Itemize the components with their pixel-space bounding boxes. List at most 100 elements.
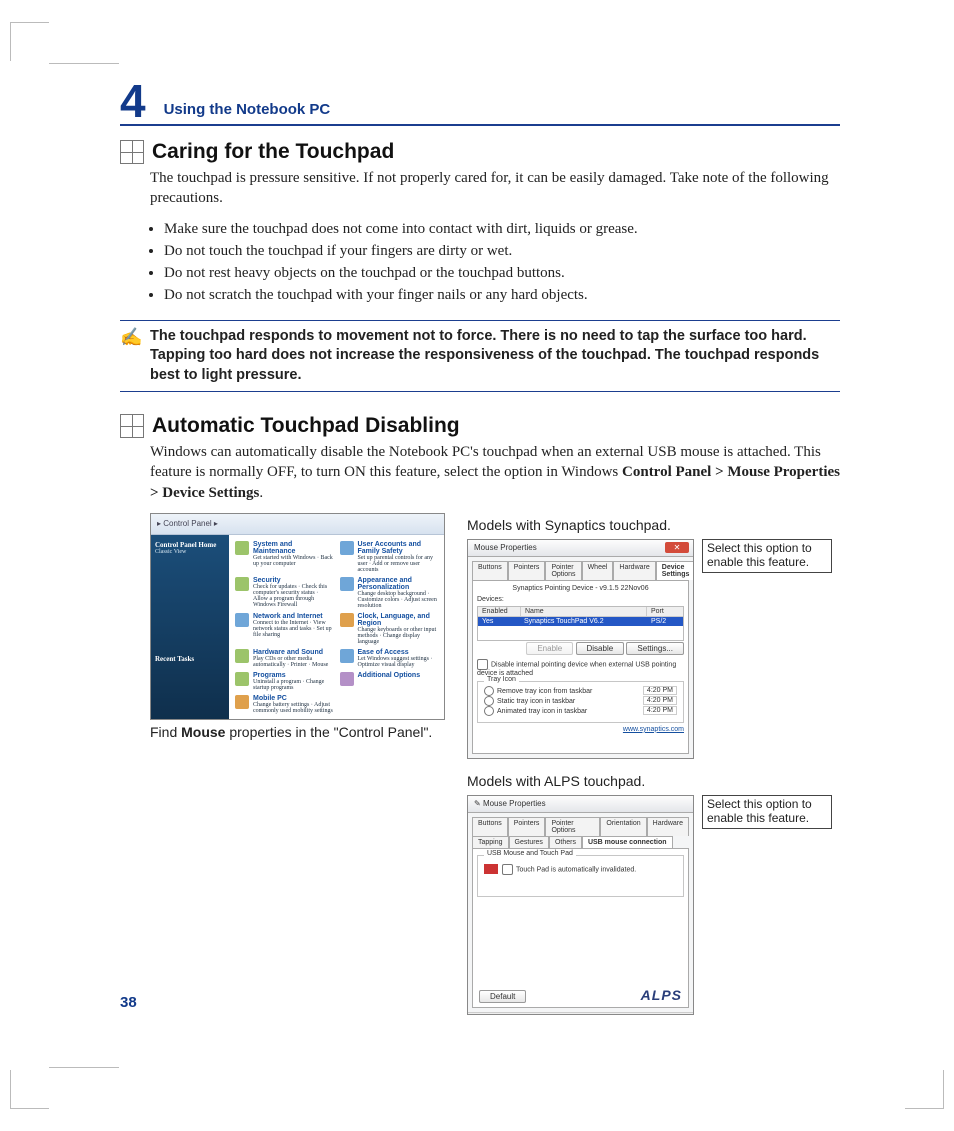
tray-time: 4:20 PM bbox=[643, 686, 677, 695]
cp-breadcrumb: ▸ Control Panel ▸ bbox=[151, 514, 444, 535]
dialog-title: ✎ Mouse Properties bbox=[468, 796, 693, 813]
cp-category[interactable]: Appearance and PersonalizationChange des… bbox=[340, 577, 439, 609]
tab-others[interactable]: Others bbox=[549, 836, 582, 848]
crop-mark-br bbox=[905, 1070, 944, 1109]
section2-intro: Windows can automatically disable the No… bbox=[150, 442, 840, 503]
synaptics-caption: Models with Synaptics touchpad. bbox=[467, 517, 840, 533]
cp-category[interactable]: ProgramsUninstall a program · Change sta… bbox=[235, 672, 334, 691]
dialog-title: Mouse Properties✕ bbox=[468, 540, 693, 557]
chapter-number: 4 bbox=[120, 78, 146, 124]
callout-alps: Select this option to enable this featur… bbox=[702, 795, 832, 829]
section-auto-disable: Automatic Touchpad Disabling bbox=[120, 414, 840, 438]
tab-usb-mouse-connection[interactable]: USB mouse connection bbox=[582, 836, 673, 848]
control-panel-screenshot: ▸ Control Panel ▸ Control Panel Home Cla… bbox=[150, 513, 445, 720]
devices-label: Devices: bbox=[477, 596, 684, 603]
cp-side-recent: Recent Tasks bbox=[155, 655, 194, 663]
precautions-list: Make sure the touchpad does not come int… bbox=[150, 219, 840, 306]
cp-category[interactable]: Mobile PCChange battery settings · Adjus… bbox=[235, 695, 334, 714]
screenshot-columns: ▸ Control Panel ▸ Control Panel Home Cla… bbox=[150, 513, 840, 1015]
tab-pointers[interactable]: Pointers bbox=[508, 561, 546, 580]
col-name: Name bbox=[521, 607, 647, 616]
alps-brand: ALPS bbox=[641, 987, 682, 1003]
list-item: Do not rest heavy objects on the touchpa… bbox=[164, 263, 840, 283]
section-heading: Automatic Touchpad Disabling bbox=[152, 414, 840, 438]
page-number: 38 bbox=[120, 994, 137, 1011]
dialog-tabs-row2: TappingGesturesOthersUSB mouse connectio… bbox=[472, 836, 689, 848]
enable-button: Enable bbox=[526, 642, 573, 655]
settings-button[interactable]: Settings... bbox=[626, 642, 684, 655]
tab-pointer-options[interactable]: Pointer Options bbox=[545, 817, 600, 836]
cp-category[interactable]: Ease of AccessLet Windows suggest settin… bbox=[340, 649, 439, 668]
auto-invalidate-option[interactable]: Touch Pad is automatically invalidated. bbox=[484, 864, 677, 875]
note-icon: ✍ bbox=[120, 327, 144, 386]
tab-buttons[interactable]: Buttons bbox=[472, 817, 508, 836]
cp-side-title: Control Panel Home bbox=[155, 541, 216, 549]
disable-external-option[interactable]: Disable internal pointing device when ex… bbox=[477, 659, 684, 677]
note-block: ✍ The touchpad responds to movement not … bbox=[120, 320, 840, 393]
group-title: Tray Icon bbox=[484, 676, 519, 683]
list-item: Do not scratch the touchpad with your fi… bbox=[164, 285, 840, 305]
tab-gestures[interactable]: Gestures bbox=[509, 836, 549, 848]
section-heading: Caring for the Touchpad bbox=[152, 140, 840, 164]
close-icon[interactable]: ✕ bbox=[665, 542, 689, 553]
tab-tapping[interactable]: Tapping bbox=[472, 836, 509, 848]
tab-hardware[interactable]: Hardware bbox=[613, 561, 655, 580]
cp-category[interactable]: SecurityCheck for updates · Check this c… bbox=[235, 577, 334, 609]
cp-category[interactable]: Additional Options bbox=[340, 672, 439, 691]
cp-category[interactable]: Hardware and SoundPlay CDs or other medi… bbox=[235, 649, 334, 668]
tab-pointer-options[interactable]: Pointer Options bbox=[545, 561, 581, 580]
list-item: Make sure the touchpad does not come int… bbox=[164, 219, 840, 239]
cp-side-item: Classic View bbox=[155, 549, 186, 555]
device-row[interactable]: YesSynaptics TouchPad V6.2PS/2 bbox=[478, 617, 683, 626]
tray-option[interactable]: Animated tray icon in taskbar4:20 PM bbox=[484, 706, 677, 716]
synaptics-dialog: Mouse Properties✕ ButtonsPointersPointer… bbox=[467, 539, 694, 759]
alps-dialog: ✎ Mouse Properties ButtonsPointersPointe… bbox=[467, 795, 694, 1015]
chapter-title: Using the Notebook PC bbox=[164, 101, 331, 124]
chapter-header: 4 Using the Notebook PC bbox=[120, 78, 840, 126]
crop-mark-bl bbox=[10, 1070, 49, 1109]
synaptics-link[interactable]: www.synaptics.com bbox=[623, 726, 684, 733]
tab-device-settings[interactable]: Device Settings bbox=[656, 561, 694, 580]
default-button[interactable]: Default bbox=[479, 990, 526, 1003]
checkbox-icon[interactable] bbox=[477, 659, 488, 670]
text-bold: Mouse bbox=[181, 724, 225, 740]
disable-button[interactable]: Disable bbox=[576, 642, 625, 655]
tray-time: 4:20 PM bbox=[643, 706, 677, 715]
checkbox-icon[interactable] bbox=[502, 864, 513, 875]
col-enabled: Enabled bbox=[478, 607, 521, 616]
page-content: 4 Using the Notebook PC Caring for the T… bbox=[120, 78, 840, 1015]
callout-synaptics: Select this option to enable this featur… bbox=[702, 539, 832, 573]
cp-category[interactable]: System and MaintenanceGet started with W… bbox=[235, 541, 334, 573]
crop-mark-tl bbox=[10, 22, 49, 61]
cp-categories: System and MaintenanceGet started with W… bbox=[229, 535, 444, 720]
tab-buttons[interactable]: Buttons bbox=[472, 561, 508, 580]
tray-icon-group: Tray Icon Remove tray icon from taskbar4… bbox=[477, 681, 684, 723]
text: properties in the "Control Panel". bbox=[225, 724, 432, 740]
section1-intro: The touchpad is pressure sensitive. If n… bbox=[150, 168, 840, 209]
cp-category[interactable]: Clock, Language, and RegionChange keyboa… bbox=[340, 613, 439, 645]
devices-list: EnabledNamePort YesSynaptics TouchPad V6… bbox=[477, 606, 684, 641]
text: Find bbox=[150, 724, 181, 740]
tab-hardware[interactable]: Hardware bbox=[647, 817, 689, 836]
tray-time: 4:20 PM bbox=[643, 696, 677, 705]
tray-option[interactable]: Static tray icon in taskbar4:20 PM bbox=[484, 696, 677, 706]
syn-subtitle: Synaptics Pointing Device - v9.1.5 22Nov… bbox=[477, 585, 684, 592]
cp-caption: Find Mouse properties in the "Control Pa… bbox=[150, 724, 445, 740]
alps-caption: Models with ALPS touchpad. bbox=[467, 773, 840, 789]
text: . bbox=[259, 485, 263, 501]
section-icon bbox=[120, 414, 144, 438]
dialog-tabs-row1: ButtonsPointersPointer OptionsOrientatio… bbox=[472, 817, 689, 836]
tab-wheel[interactable]: Wheel bbox=[582, 561, 614, 580]
group-title: USB Mouse and Touch Pad bbox=[484, 850, 576, 857]
list-item: Do not touch the touchpad if your finger… bbox=[164, 241, 840, 261]
tab-orientation[interactable]: Orientation bbox=[600, 817, 646, 836]
tab-pointers[interactable]: Pointers bbox=[508, 817, 546, 836]
cp-category[interactable]: User Accounts and Family SafetySet up pa… bbox=[340, 541, 439, 573]
cp-category[interactable]: Network and InternetConnect to the Inter… bbox=[235, 613, 334, 645]
note-text: The touchpad responds to movement not to… bbox=[150, 327, 840, 386]
tray-option[interactable]: Remove tray icon from taskbar4:20 PM bbox=[484, 686, 677, 696]
section-icon bbox=[120, 140, 144, 164]
section-caring: Caring for the Touchpad bbox=[120, 140, 840, 164]
usb-mouse-group: USB Mouse and Touch Pad Touch Pad is aut… bbox=[477, 855, 684, 897]
mouse-icon bbox=[484, 864, 498, 874]
